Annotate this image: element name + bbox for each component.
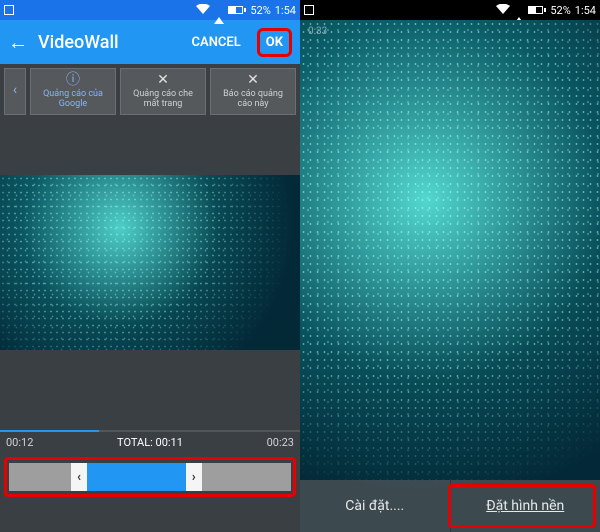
trim-handle-left[interactable]: ‹ (71, 463, 87, 491)
ad-cell-label: cáo này (237, 100, 268, 110)
ad-cell-google[interactable]: ⓘ Quảng cáo của Google (30, 68, 116, 115)
status-time: 1:54 (275, 4, 296, 17)
status-time: 1:54 (575, 4, 596, 17)
video-preview[interactable] (0, 175, 300, 350)
wallpaper-preview[interactable]: 0:33 Cài đặt.... Đặt hình nền (300, 20, 600, 532)
time-end: 00:23 (267, 436, 294, 449)
close-icon: ✕ (157, 73, 169, 88)
slider-track (202, 463, 291, 491)
info-icon: ⓘ (66, 73, 80, 88)
slider-track (9, 463, 71, 491)
ad-prev-button[interactable]: ‹ (4, 68, 26, 115)
cancel-button[interactable]: CANCEL (192, 35, 241, 50)
chevron-left-icon: ‹ (13, 83, 17, 98)
status-bar: 52% 1:54 (0, 0, 300, 20)
battery-percent: 52% (250, 4, 270, 17)
ad-cell-report[interactable]: ✕ Báo cáo quảng cáo này (210, 68, 296, 115)
ok-button[interactable]: OK (257, 28, 292, 57)
signal-icon (214, 4, 224, 17)
status-bar: 52% 1:54 (300, 0, 600, 20)
ocean-thumbnail (0, 175, 300, 350)
right-screen: 52% 1:54 0:33 Cài đặt.... Đặt hình nền (300, 0, 600, 532)
ad-strip: ‹ ⓘ Quảng cáo của Google ✕ Quảng cáo che… (0, 64, 300, 115)
picture-icon (304, 5, 314, 15)
close-icon: ✕ (247, 73, 259, 88)
battery-percent: 52% (550, 4, 570, 17)
picture-icon (4, 5, 14, 15)
progress-track[interactable] (0, 430, 300, 432)
trim-range[interactable] (87, 463, 186, 491)
trim-handle-right[interactable]: › (186, 463, 202, 491)
progress-fill (0, 430, 99, 432)
app-title: VideoWall (38, 32, 182, 53)
battery-icon (528, 6, 546, 14)
trim-slider[interactable]: ‹ › (9, 463, 291, 491)
trim-slider-highlight: ‹ › (4, 457, 296, 497)
settings-button[interactable]: Cài đặt.... (300, 480, 451, 532)
time-start: 00:12 (6, 436, 33, 449)
wifi-icon (496, 4, 510, 17)
ad-cell-label: Google (59, 100, 87, 110)
time-bar: 00:12 TOTAL: 00:11 00:23 (0, 434, 300, 453)
ocean-wallpaper (300, 20, 600, 532)
overlay-timestamp: 0:33 (308, 26, 327, 37)
back-icon[interactable]: ← (8, 30, 28, 55)
spacer (0, 350, 300, 430)
bottom-bar: Cài đặt.... Đặt hình nền (300, 480, 600, 532)
signal-icon (514, 4, 524, 17)
wifi-icon (196, 4, 210, 17)
time-total: TOTAL: 00:11 (117, 436, 183, 449)
set-wallpaper-button[interactable]: Đặt hình nền (451, 480, 600, 532)
ad-cell-label: mất trang (144, 100, 183, 110)
battery-icon (228, 6, 246, 14)
ad-cell-cover[interactable]: ✕ Quảng cáo che mất trang (120, 68, 206, 115)
app-bar: ← VideoWall CANCEL OK (0, 20, 300, 64)
left-screen: 52% 1:54 ← VideoWall CANCEL OK ‹ ⓘ Quảng… (0, 0, 300, 532)
